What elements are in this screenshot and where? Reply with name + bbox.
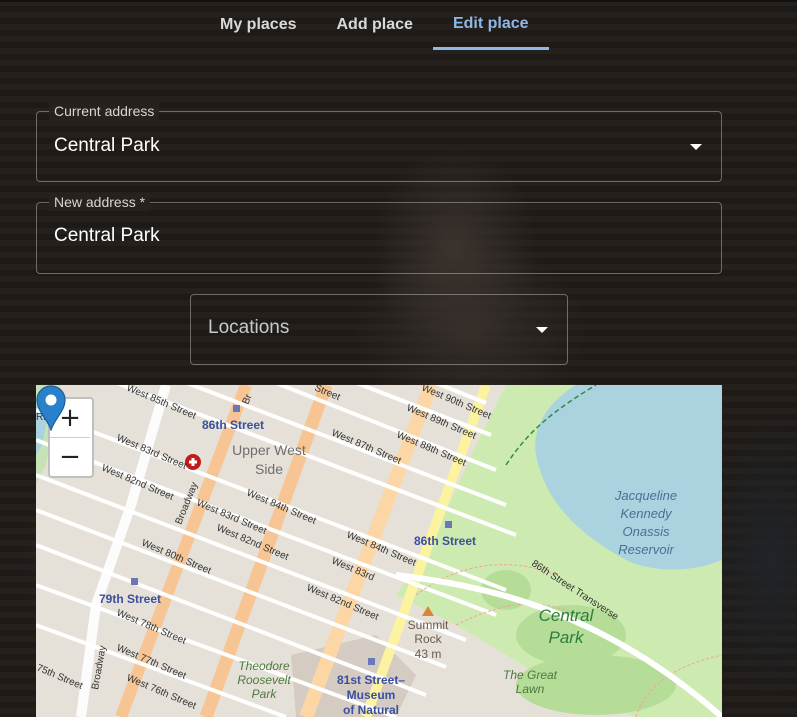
map-pin-icon[interactable] bbox=[36, 385, 66, 431]
station-label: 81st Street– bbox=[337, 673, 405, 687]
summit-label: 43 m bbox=[415, 647, 442, 661]
station-label: 86th Street bbox=[202, 418, 264, 432]
zoom-out-button[interactable]: − bbox=[50, 437, 90, 476]
new-address-label: New address * bbox=[49, 193, 151, 211]
reservoir-label: Kennedy bbox=[620, 506, 673, 521]
neighborhood-label: Side bbox=[255, 461, 283, 477]
locations-placeholder: Locations bbox=[208, 317, 290, 338]
neighborhood-label: Upper West bbox=[232, 442, 306, 458]
locations-select[interactable]: Locations bbox=[190, 294, 568, 365]
park-label: Theodore bbox=[238, 659, 290, 673]
park-label: Lawn bbox=[516, 682, 545, 696]
park-label: Central bbox=[539, 606, 595, 625]
reservoir-label: Jacqueline bbox=[614, 488, 677, 503]
park-label: Park bbox=[549, 628, 585, 647]
tab-edit-place[interactable]: Edit place bbox=[432, 0, 549, 50]
park-label: Roosevelt bbox=[237, 673, 291, 687]
tab-bar: My places Add place Edit place bbox=[200, 0, 549, 52]
new-address-value: Central Park bbox=[54, 225, 160, 246]
map-tiles: West 85th Street West 83rd Street West 8… bbox=[36, 385, 722, 717]
summit-label: Summit bbox=[408, 618, 449, 632]
reservoir-label: Onassis bbox=[623, 524, 670, 539]
tab-add-place[interactable]: Add place bbox=[316, 0, 432, 50]
current-address-label: Current address bbox=[49, 102, 160, 120]
tab-my-places[interactable]: My places bbox=[200, 0, 316, 50]
chevron-down-icon bbox=[690, 144, 702, 150]
station-label: 86th Street bbox=[414, 534, 476, 548]
current-address-value: Central Park bbox=[54, 135, 160, 156]
station-label: of Natural bbox=[343, 703, 399, 717]
chevron-down-icon bbox=[536, 327, 548, 333]
map-view[interactable]: West 85th Street West 83rd Street West 8… bbox=[36, 385, 722, 717]
station-label: 79th Street bbox=[99, 592, 161, 606]
reservoir-label: Reservoir bbox=[618, 542, 674, 557]
current-address-select[interactable]: Current address Central Park bbox=[36, 102, 722, 182]
new-address-field[interactable]: New address * Central Park bbox=[36, 193, 722, 274]
park-label: The Great bbox=[503, 668, 558, 682]
park-label: Park bbox=[252, 687, 278, 701]
summit-label: Rock bbox=[414, 632, 442, 646]
station-label: Museum bbox=[347, 688, 396, 702]
